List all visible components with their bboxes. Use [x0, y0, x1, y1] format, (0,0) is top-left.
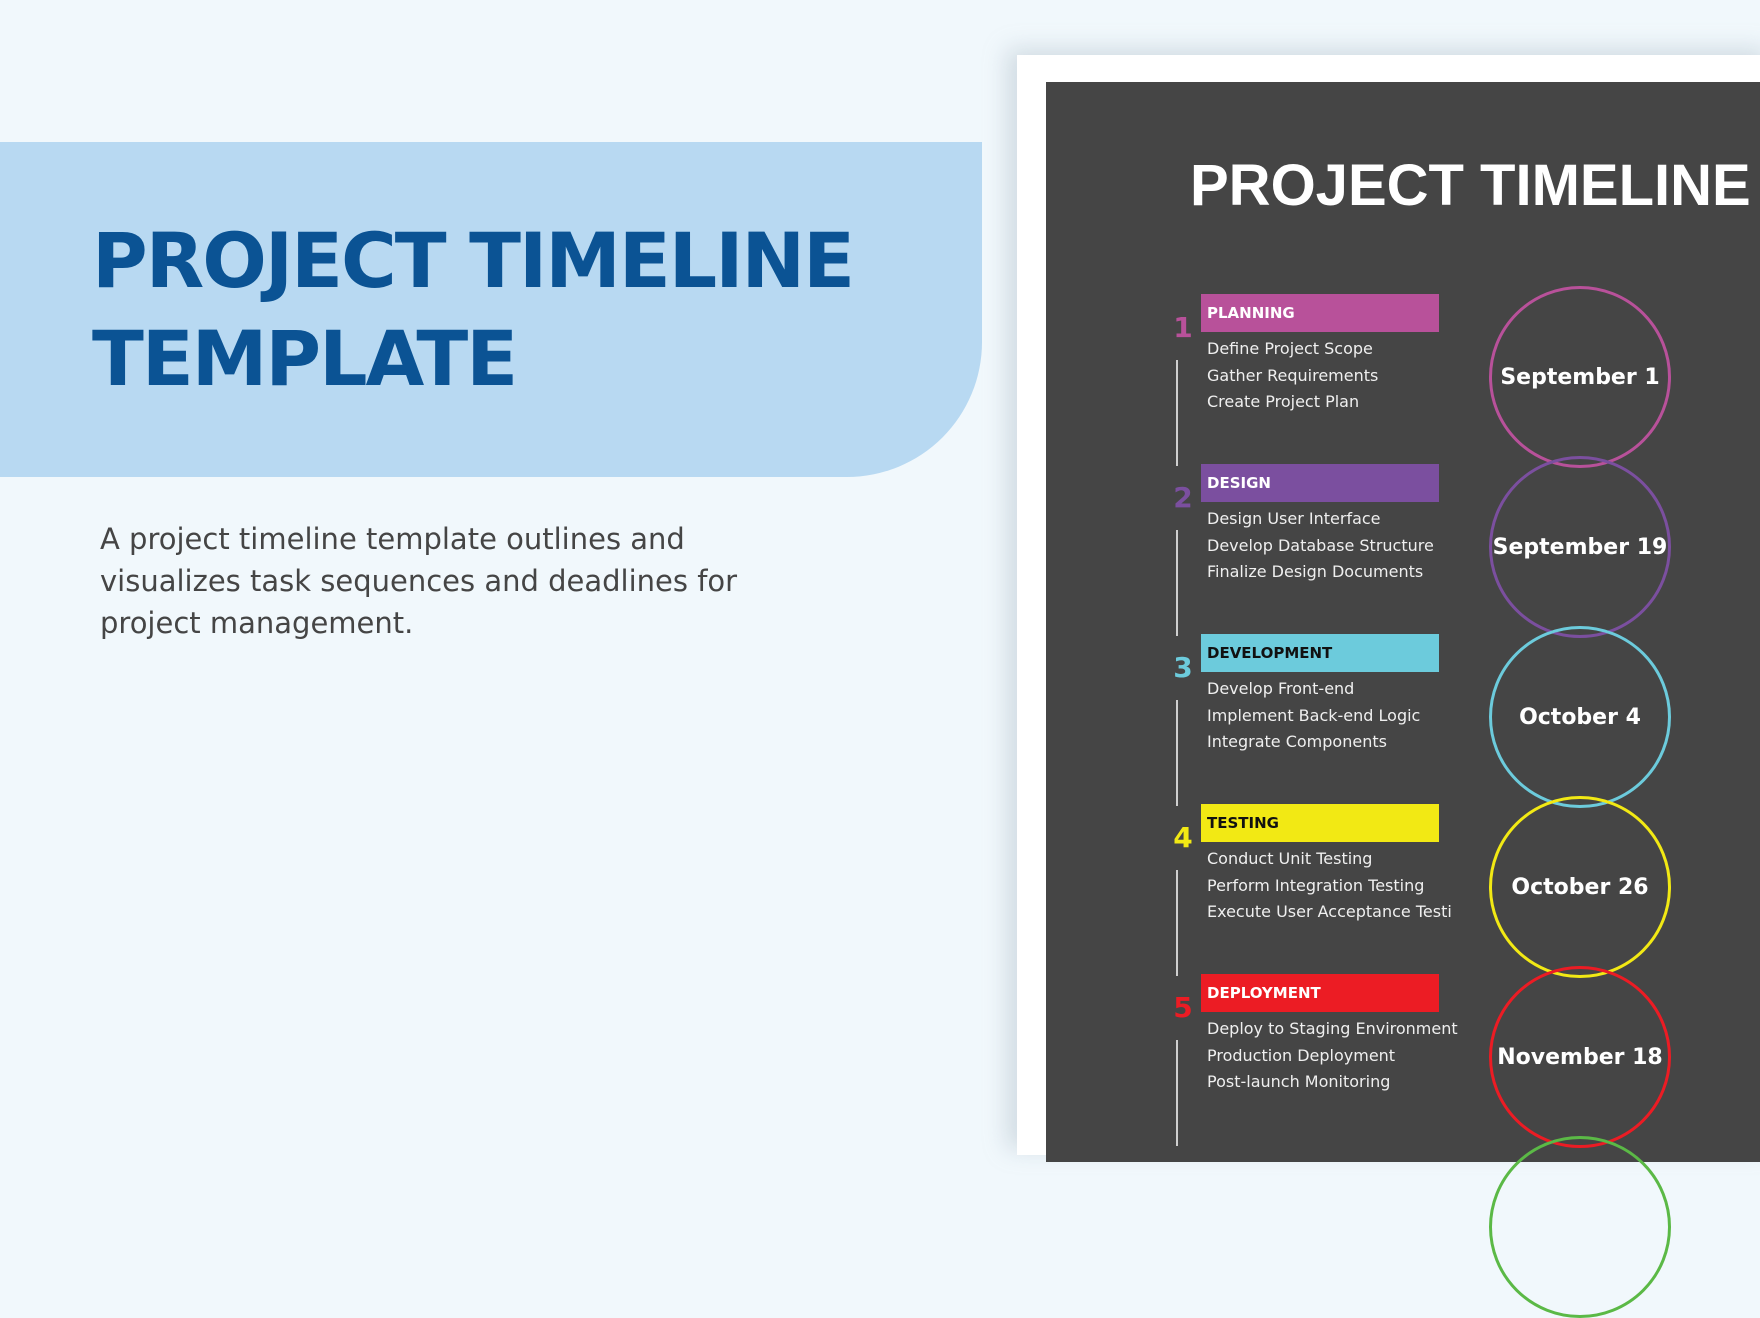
- phase-date: September 19: [1492, 534, 1668, 560]
- task-item: Implement Back-end Logic: [1207, 705, 1421, 725]
- phase-task-list: Design User Interface Develop Database St…: [1207, 506, 1434, 586]
- task-item: Design User Interface: [1207, 509, 1381, 528]
- phase-name: TESTING: [1207, 814, 1279, 832]
- task-item: Deploy to Staging Environment: [1207, 1019, 1458, 1038]
- timeline-connector: [1176, 360, 1178, 466]
- hero-title: PROJECT TIMELINE TEMPLATE: [92, 212, 855, 408]
- phase-name: DEVELOPMENT: [1207, 644, 1333, 662]
- poster-title: PROJECT TIMELINE: [1190, 153, 1751, 218]
- phase-task-list: Deploy to Staging Environment Production …: [1207, 1016, 1458, 1096]
- phase-task-list: Conduct Unit Testing Perform Integration …: [1207, 846, 1452, 926]
- phase-date: November 18: [1497, 1044, 1663, 1070]
- timeline-connector: [1176, 1040, 1178, 1146]
- phase-task-list: Define Project Scope Gather Requirements C…: [1207, 336, 1378, 416]
- phase-header-bar: PLANNING: [1201, 294, 1439, 332]
- task-item: Create Project Plan: [1207, 392, 1360, 411]
- task-item: Production Deployment: [1207, 1045, 1396, 1065]
- date-circle: September 19: [1489, 456, 1671, 638]
- phase-header-bar: TESTING: [1201, 804, 1439, 842]
- task-item: Post-launch Monitoring: [1207, 1072, 1391, 1091]
- phase-task-list: Develop Front-end Implement Back-end Logi…: [1207, 676, 1420, 756]
- task-item: Perform Integration Testing: [1207, 875, 1425, 895]
- hero-title-line-2: TEMPLATE: [92, 314, 518, 403]
- phase-name: DEPLOYMENT: [1207, 984, 1321, 1002]
- task-item: Finalize Design Documents: [1207, 562, 1424, 581]
- date-circle: September 1: [1489, 286, 1671, 468]
- timeline-connector: [1176, 700, 1178, 806]
- hero-title-line-1: PROJECT TIMELINE: [92, 216, 855, 305]
- date-circle-next: [1489, 1136, 1671, 1318]
- date-circle: November 18: [1489, 966, 1671, 1148]
- phase-number: 5: [1173, 991, 1193, 1024]
- timeline-connector: [1176, 870, 1178, 976]
- phase-number: 3: [1173, 651, 1193, 684]
- phase-date: October 26: [1511, 874, 1649, 900]
- phase-header-bar: DEVELOPMENT: [1201, 634, 1439, 672]
- timeline-connector: [1176, 530, 1178, 636]
- phase-header-bar: DESIGN: [1201, 464, 1439, 502]
- hero-description: A project timeline template outlines and…: [100, 522, 738, 640]
- phase-date: October 4: [1519, 704, 1641, 730]
- phase-number: 2: [1173, 481, 1193, 514]
- phase-date: September 1: [1500, 364, 1660, 390]
- task-item: Execute User Acceptance Testi: [1207, 902, 1452, 921]
- task-item: Integrate Components: [1207, 732, 1387, 751]
- phase-name: DESIGN: [1207, 474, 1271, 492]
- task-item: Gather Requirements: [1207, 365, 1379, 385]
- task-item: Develop Front-end: [1207, 679, 1355, 698]
- phase-header-bar: DEPLOYMENT: [1201, 974, 1439, 1012]
- phase-number: 1: [1173, 311, 1193, 344]
- phase-name: PLANNING: [1207, 304, 1295, 322]
- phase-number: 4: [1173, 821, 1193, 854]
- task-item: Develop Database Structure: [1207, 535, 1434, 555]
- task-item: Conduct Unit Testing: [1207, 849, 1373, 868]
- task-item: Define Project Scope: [1207, 339, 1373, 358]
- date-circle: October 26: [1489, 796, 1671, 978]
- date-circle: October 4: [1489, 626, 1671, 808]
